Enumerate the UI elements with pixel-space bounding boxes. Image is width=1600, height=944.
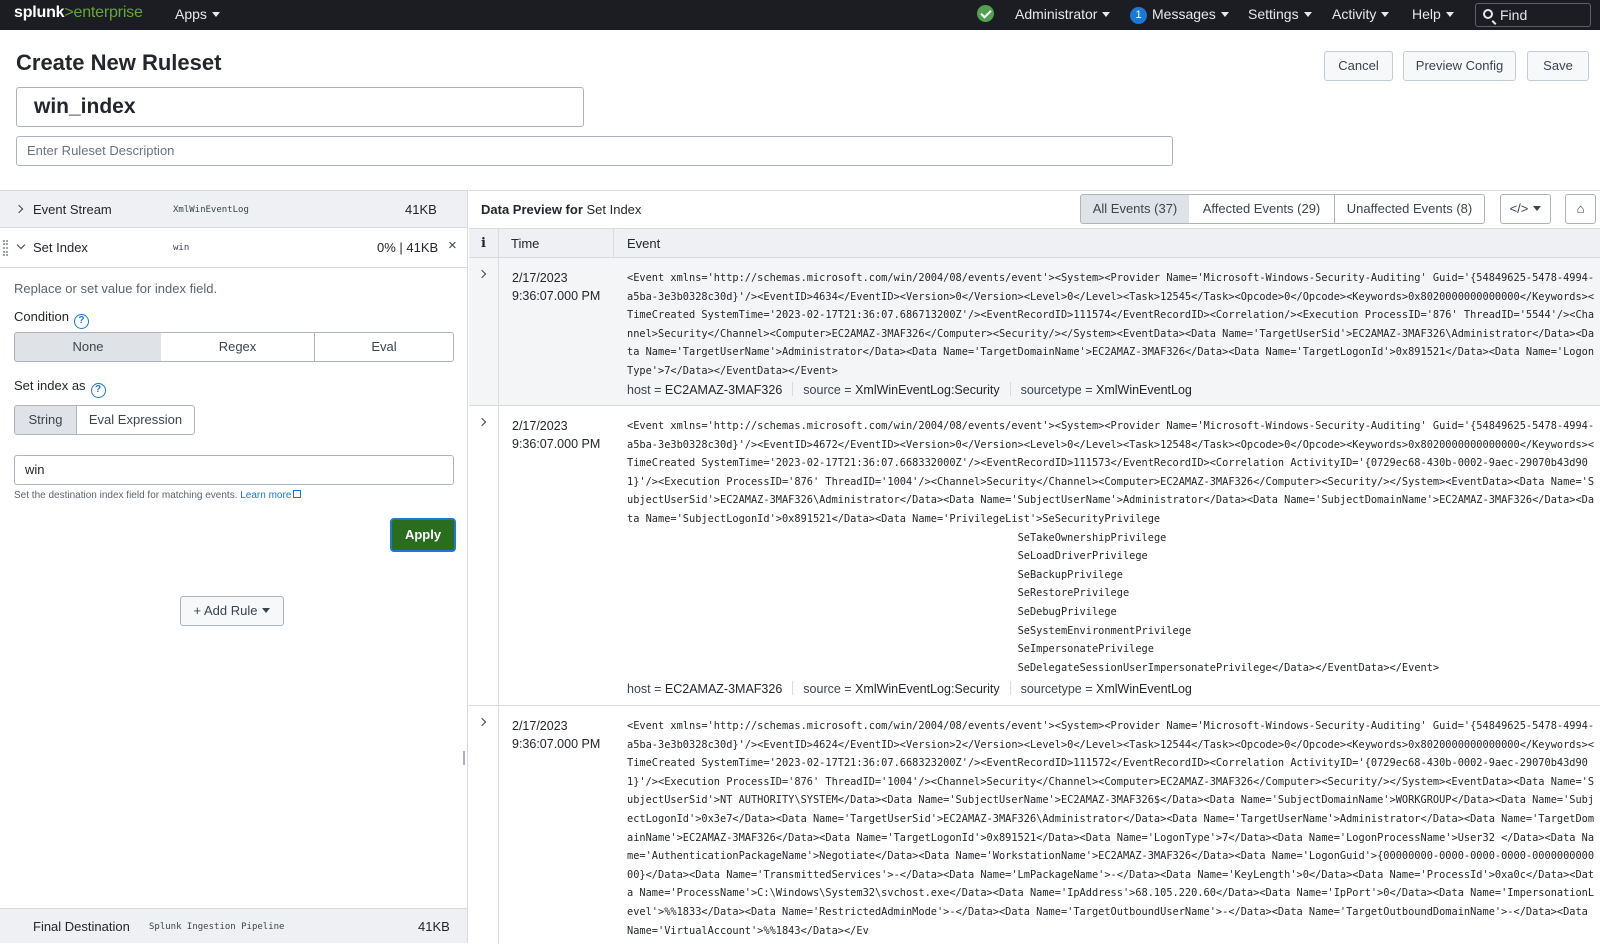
sourcetype-field-value[interactable]: XmlWinEventLog bbox=[1096, 682, 1192, 696]
event-fields: host = EC2AMAZ-3MAF326 source = XmlWinEve… bbox=[627, 382, 1192, 397]
expand-row-toggle[interactable] bbox=[469, 706, 499, 944]
host-field-value[interactable]: EC2AMAZ-3MAF326 bbox=[665, 383, 782, 397]
activity-menu[interactable]: Activity bbox=[1332, 6, 1390, 22]
help-menu[interactable]: Help bbox=[1412, 6, 1454, 22]
ruleset-name-input[interactable]: win_index bbox=[16, 87, 584, 127]
top-navigation-bar: splunk>enterprise Apps Administrator 1 Me… bbox=[0, 0, 1600, 30]
condition-label: Condition? bbox=[14, 309, 89, 329]
ruleset-description-input[interactable]: Enter Ruleset Description bbox=[16, 136, 1173, 166]
event-time: 2/17/2023 9:36:07.000 PM bbox=[512, 419, 601, 451]
code-view-dropdown[interactable]: </> bbox=[1500, 194, 1551, 224]
help-icon[interactable]: ? bbox=[73, 314, 89, 329]
event-stream-size: 41KB bbox=[405, 202, 437, 217]
table-row: 2/17/2023 9:36:07.000 PM <Event xmlns='ht… bbox=[469, 706, 1600, 944]
chevron-right-icon bbox=[477, 717, 487, 727]
data-preview-panel: Data Preview for Set Index All Events (3… bbox=[469, 190, 1600, 944]
user-menu[interactable]: Administrator bbox=[1015, 6, 1111, 22]
tab-all-events[interactable]: All Events (37) bbox=[1080, 194, 1190, 224]
chevron-down-icon[interactable] bbox=[16, 240, 26, 250]
expand-row-toggle[interactable] bbox=[469, 258, 499, 405]
external-link-icon bbox=[293, 490, 302, 498]
set-index-rule-row[interactable]: Set Index win 0% | 41KB × bbox=[0, 228, 467, 268]
add-rule-button[interactable]: + Add Rule bbox=[180, 596, 284, 626]
learn-more-link[interactable]: Learn more bbox=[240, 490, 302, 501]
event-stream-source: XmlWinEventLog bbox=[173, 205, 249, 215]
rule-help-text: Replace or set value for index field. bbox=[14, 281, 218, 296]
save-button[interactable]: Save bbox=[1527, 51, 1589, 81]
index-value-input[interactable]: win bbox=[14, 455, 454, 485]
page-title: Create New Ruleset bbox=[16, 50, 222, 75]
chevron-down-icon bbox=[262, 608, 271, 613]
close-icon[interactable]: × bbox=[448, 237, 457, 254]
tab-affected-events[interactable]: Affected Events (29) bbox=[1189, 194, 1335, 224]
sourcetype-field-value[interactable]: XmlWinEventLog bbox=[1096, 383, 1192, 397]
messages-menu[interactable]: 1 Messages bbox=[1130, 6, 1229, 24]
event-fields: host = EC2AMAZ-3MAF326 source = XmlWinEve… bbox=[627, 681, 1192, 696]
tag-icon: ⌂ bbox=[1576, 201, 1585, 216]
events-table-header: i Time Event bbox=[469, 228, 1600, 258]
find-input[interactable]: Find bbox=[1475, 3, 1591, 27]
info-column-header: i bbox=[469, 229, 499, 258]
event-column-header: Event bbox=[627, 236, 661, 251]
chevron-right-icon bbox=[477, 269, 487, 279]
apps-menu[interactable]: Apps bbox=[175, 6, 220, 22]
chevron-down-icon bbox=[1533, 206, 1542, 211]
condition-regex-option[interactable]: Regex bbox=[161, 332, 315, 362]
drag-handle-icon[interactable] bbox=[3, 240, 8, 256]
chevron-right-icon bbox=[477, 417, 487, 427]
set-index-as-label: Set index as? bbox=[14, 378, 106, 398]
splunk-logo[interactable]: splunk>enterprise bbox=[14, 4, 143, 22]
data-preview-title: Data Preview for Set Index bbox=[481, 202, 642, 217]
set-index-stats: 0% | 41KB bbox=[377, 240, 439, 255]
messages-count-badge: 1 bbox=[1130, 7, 1147, 24]
mode-string-option[interactable]: String bbox=[14, 405, 77, 435]
search-icon bbox=[1483, 9, 1493, 19]
event-stream-row[interactable]: Event Stream XmlWinEventLog 41KB bbox=[0, 191, 467, 228]
settings-menu[interactable]: Settings bbox=[1248, 6, 1312, 22]
event-raw-text: <Event xmlns='http://schemas.microsoft.c… bbox=[627, 720, 1595, 937]
chevron-down-icon bbox=[1220, 12, 1229, 17]
host-field-value[interactable]: EC2AMAZ-3MAF326 bbox=[665, 682, 782, 696]
preview-config-button[interactable]: Preview Config bbox=[1403, 51, 1516, 81]
help-icon[interactable]: ? bbox=[90, 383, 106, 398]
apply-button[interactable]: Apply bbox=[390, 518, 456, 552]
final-destination-target: Splunk Ingestion Pipeline bbox=[149, 922, 285, 932]
source-field-value[interactable]: XmlWinEventLog:Security bbox=[855, 682, 1000, 696]
final-destination-label: Final Destination bbox=[33, 919, 130, 934]
event-raw-text: <Event xmlns='http://schemas.microsoft.c… bbox=[627, 272, 1595, 377]
condition-eval-option[interactable]: Eval bbox=[314, 332, 454, 362]
event-stream-label: Event Stream bbox=[33, 202, 112, 217]
code-icon: </> bbox=[1509, 201, 1529, 216]
final-destination-size: 41KB bbox=[418, 919, 450, 934]
set-index-label: Set Index bbox=[33, 240, 88, 255]
set-index-value: win bbox=[173, 243, 190, 253]
chevron-down-icon bbox=[211, 12, 220, 17]
event-time: 2/17/2023 9:36:07.000 PM bbox=[512, 719, 601, 751]
table-row: 2/17/2023 9:36:07.000 PM <Event xmlns='ht… bbox=[469, 258, 1600, 406]
mode-eval-expression-option[interactable]: Eval Expression bbox=[76, 405, 195, 435]
chevron-down-icon bbox=[1303, 12, 1312, 17]
source-field-value[interactable]: XmlWinEventLog:Security bbox=[855, 383, 1000, 397]
panel-resize-handle[interactable] bbox=[463, 751, 465, 765]
table-row: 2/17/2023 9:36:07.000 PM <Event xmlns='ht… bbox=[469, 406, 1600, 706]
event-raw-text: <Event xmlns='http://schemas.microsoft.c… bbox=[627, 420, 1595, 674]
condition-none-option[interactable]: None bbox=[14, 332, 162, 362]
tab-unaffected-events[interactable]: Unaffected Events (8) bbox=[1334, 194, 1485, 224]
pipeline-panel: Event Stream XmlWinEventLog 41KB Set Ind… bbox=[0, 190, 468, 943]
time-column-header: Time bbox=[499, 229, 614, 258]
tag-icon-button[interactable]: ⌂ bbox=[1565, 194, 1596, 224]
event-time: 2/17/2023 9:36:07.000 PM bbox=[512, 271, 601, 303]
chevron-down-icon bbox=[1102, 12, 1111, 17]
chevron-down-icon bbox=[1445, 12, 1454, 17]
final-destination-row: Final Destination Splunk Ingestion Pipel… bbox=[0, 908, 467, 943]
chevron-down-icon bbox=[1381, 12, 1390, 17]
check-circle-icon[interactable] bbox=[977, 5, 994, 22]
index-hint-text: Set the destination index field for matc… bbox=[14, 490, 302, 501]
expand-row-toggle[interactable] bbox=[469, 406, 499, 705]
chevron-right-icon[interactable] bbox=[14, 204, 24, 214]
cancel-button[interactable]: Cancel bbox=[1324, 51, 1393, 81]
